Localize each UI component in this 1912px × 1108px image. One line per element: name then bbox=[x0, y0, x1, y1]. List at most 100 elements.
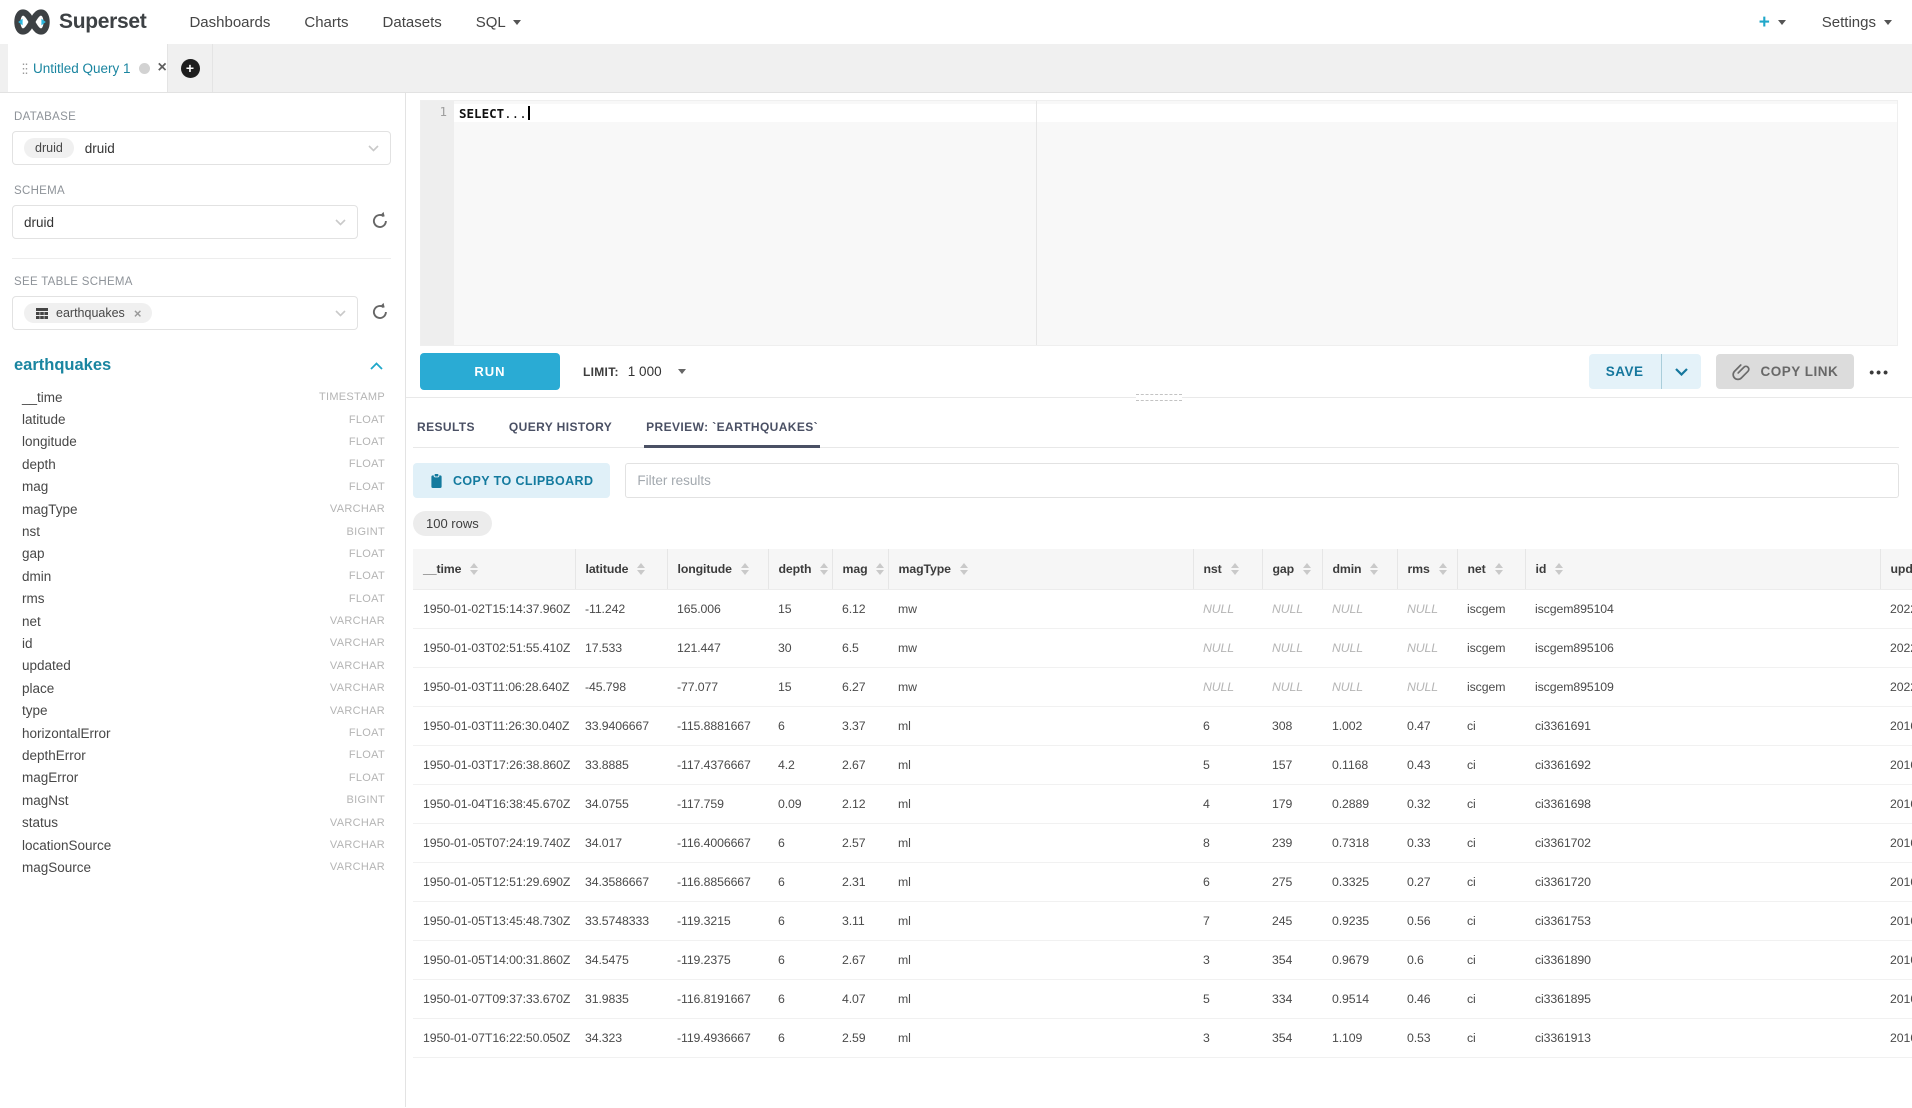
column-header-latitude[interactable]: latitude bbox=[575, 549, 667, 589]
sql-keyword: SELECT bbox=[459, 106, 504, 121]
tab-query-history[interactable]: QUERY HISTORY bbox=[507, 414, 614, 448]
filter-results-input[interactable] bbox=[625, 463, 1899, 498]
table-cell: 6 bbox=[768, 940, 832, 979]
editor-code-area[interactable]: SELECT ... bbox=[454, 101, 1897, 345]
superset-app: Superset Dashboards Charts Datasets SQL … bbox=[0, 0, 1912, 1107]
table-cell: 33.5748333 bbox=[575, 901, 667, 940]
column-header-net[interactable]: net bbox=[1457, 549, 1525, 589]
schema-column[interactable]: locationSourceVARCHAR bbox=[12, 834, 391, 856]
table-cell: ci bbox=[1457, 823, 1525, 862]
add-tab-button[interactable]: + bbox=[168, 44, 213, 92]
schema-column[interactable]: magErrorFLOAT bbox=[12, 767, 391, 789]
schema-column-list: __timeTIMESTAMPlatitudeFLOATlongitudeFLO… bbox=[12, 386, 391, 879]
schema-column[interactable]: magSourceVARCHAR bbox=[12, 856, 391, 878]
column-header-updated[interactable]: updated bbox=[1880, 549, 1912, 589]
new-item-menu[interactable]: + bbox=[1759, 13, 1786, 32]
table-cell: ci bbox=[1457, 901, 1525, 940]
copy-to-clipboard-button[interactable]: COPY TO CLIPBOARD bbox=[413, 463, 610, 498]
table-cell: -117.759 bbox=[667, 784, 768, 823]
sort-icon[interactable] bbox=[1231, 563, 1239, 575]
editor-gutter: 1 bbox=[421, 101, 454, 345]
sort-icon[interactable] bbox=[637, 563, 645, 575]
close-tab-icon[interactable]: × bbox=[158, 60, 167, 76]
sort-icon[interactable] bbox=[1495, 563, 1503, 575]
schema-column[interactable]: rmsFLOAT bbox=[12, 588, 391, 610]
column-name: depth bbox=[22, 457, 56, 472]
schema-column[interactable]: longitudeFLOAT bbox=[12, 431, 391, 453]
nav-sql-menu[interactable]: SQL bbox=[476, 14, 521, 31]
table-select[interactable]: earthquakes × bbox=[12, 296, 358, 330]
pane-resize-handle[interactable] bbox=[1136, 394, 1182, 401]
schema-column[interactable]: idVARCHAR bbox=[12, 632, 391, 654]
table-cell: 8 bbox=[1193, 823, 1262, 862]
table-cell: 1950-01-03T02:51:55.410Z bbox=[413, 628, 575, 667]
limit-dropdown[interactable]: LIMIT: 1 000 bbox=[583, 364, 686, 379]
sort-icon[interactable] bbox=[876, 563, 884, 575]
refresh-tables-button[interactable] bbox=[369, 302, 391, 324]
schema-column[interactable]: depthFLOAT bbox=[12, 453, 391, 475]
schema-column[interactable]: typeVARCHAR bbox=[12, 699, 391, 721]
column-name: mag bbox=[22, 479, 48, 494]
run-button[interactable]: RUN bbox=[420, 353, 560, 390]
column-header-nst[interactable]: nst bbox=[1193, 549, 1262, 589]
column-name: depthError bbox=[22, 748, 86, 763]
nav-dashboards[interactable]: Dashboards bbox=[189, 14, 270, 31]
schema-column[interactable]: depthErrorFLOAT bbox=[12, 744, 391, 766]
remove-table-icon[interactable]: × bbox=[134, 307, 142, 320]
limit-value: 1 000 bbox=[628, 364, 662, 379]
column-header-__time[interactable]: __time bbox=[413, 549, 575, 589]
column-header-rms[interactable]: rms bbox=[1397, 549, 1457, 589]
table-schema-header[interactable]: earthquakes bbox=[12, 356, 391, 375]
column-header-depth[interactable]: depth bbox=[768, 549, 832, 589]
sort-icon[interactable] bbox=[1555, 563, 1563, 575]
sort-icon[interactable] bbox=[1303, 563, 1311, 575]
sort-icon[interactable] bbox=[820, 563, 828, 575]
tab-untitled-query[interactable]: ⋮ Untitled Query 1 × bbox=[8, 44, 168, 92]
schema-column[interactable]: netVARCHAR bbox=[12, 610, 391, 632]
sort-icon[interactable] bbox=[1370, 563, 1378, 575]
refresh-schemas-button[interactable] bbox=[369, 211, 391, 233]
results-table-wrap: __timelatitudelongitudedepthmagmagTypens… bbox=[413, 549, 1912, 1058]
column-header-longitude[interactable]: longitude bbox=[667, 549, 768, 589]
save-button[interactable]: SAVE bbox=[1589, 354, 1661, 389]
drag-handle-icon: ⋮ bbox=[17, 62, 25, 75]
table-cell: ml bbox=[888, 706, 1193, 745]
chevron-up-icon[interactable] bbox=[370, 362, 383, 370]
sql-editor[interactable]: 1 SELECT ... bbox=[420, 100, 1898, 346]
column-header-dmin[interactable]: dmin bbox=[1322, 549, 1397, 589]
schema-column[interactable]: statusVARCHAR bbox=[12, 811, 391, 833]
settings-menu[interactable]: Settings bbox=[1822, 14, 1892, 31]
sort-icon[interactable] bbox=[470, 563, 478, 575]
tab-preview-earthquakes[interactable]: PREVIEW: `EARTHQUAKES` bbox=[644, 414, 820, 448]
more-actions-button[interactable]: ••• bbox=[1869, 364, 1890, 380]
schema-column[interactable]: horizontalErrorFLOAT bbox=[12, 722, 391, 744]
nav-charts[interactable]: Charts bbox=[304, 14, 348, 31]
schema-column[interactable]: magFLOAT bbox=[12, 476, 391, 498]
schema-column[interactable]: latitudeFLOAT bbox=[12, 408, 391, 430]
sort-icon[interactable] bbox=[1439, 563, 1447, 575]
tab-results[interactable]: RESULTS bbox=[415, 414, 477, 448]
schema-column[interactable]: placeVARCHAR bbox=[12, 677, 391, 699]
sort-icon[interactable] bbox=[960, 563, 968, 575]
nav-datasets[interactable]: Datasets bbox=[383, 14, 442, 31]
schema-column[interactable]: gapFLOAT bbox=[12, 543, 391, 565]
schema-column[interactable]: magTypeVARCHAR bbox=[12, 498, 391, 520]
schema-column[interactable]: magNstBIGINT bbox=[12, 789, 391, 811]
schema-select[interactable]: druid bbox=[12, 205, 358, 239]
superset-logo[interactable]: Superset bbox=[12, 8, 146, 36]
column-header-gap[interactable]: gap bbox=[1262, 549, 1322, 589]
column-header-magType[interactable]: magType bbox=[888, 549, 1193, 589]
table-cell: 0.56 bbox=[1397, 901, 1457, 940]
sort-icon[interactable] bbox=[741, 563, 749, 575]
save-options-button[interactable] bbox=[1662, 354, 1701, 389]
query-tab-bar: ⋮ Untitled Query 1 × + bbox=[0, 44, 1912, 93]
schema-column[interactable]: dminFLOAT bbox=[12, 565, 391, 587]
schema-column[interactable]: nstBIGINT bbox=[12, 520, 391, 542]
column-header-id[interactable]: id bbox=[1525, 549, 1880, 589]
column-header-mag[interactable]: mag bbox=[832, 549, 888, 589]
schema-column[interactable]: __timeTIMESTAMP bbox=[12, 386, 391, 408]
table-cell: ml bbox=[888, 823, 1193, 862]
database-select[interactable]: druid druid bbox=[12, 131, 391, 165]
schema-column[interactable]: updatedVARCHAR bbox=[12, 655, 391, 677]
copy-link-button[interactable]: COPY LINK bbox=[1716, 354, 1855, 389]
